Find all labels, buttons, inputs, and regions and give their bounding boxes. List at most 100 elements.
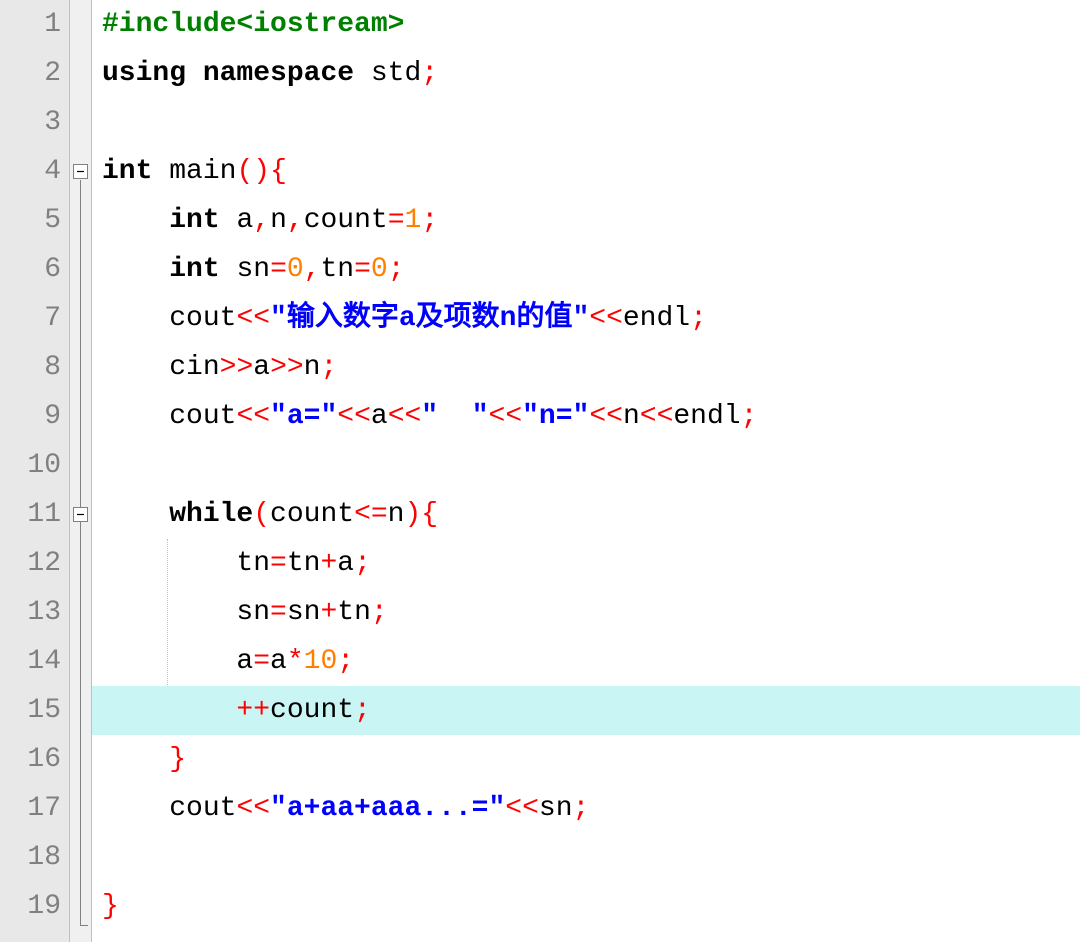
keyword: int [169, 254, 219, 285]
identifier: a [236, 205, 253, 236]
keyword: using [102, 58, 186, 89]
line-number: 7 [0, 294, 61, 343]
identifier: count [304, 205, 388, 236]
operator: = [270, 597, 287, 628]
code-line[interactable]: cin>>a>>n; [102, 343, 1080, 392]
line-number: 12 [0, 539, 61, 588]
fold-guide [80, 180, 81, 925]
string-literal: "a+aa+aaa...=" [270, 793, 505, 824]
semicolon: ; [388, 254, 405, 285]
identifier: n [304, 352, 321, 383]
brace: { [421, 499, 438, 530]
code-line[interactable]: using namespace std; [102, 49, 1080, 98]
operator: = [270, 254, 287, 285]
code-line[interactable]: tn=tn+a; [102, 539, 1080, 588]
identifier: tn [337, 597, 371, 628]
operator: << [589, 401, 623, 432]
string-literal: "a=" [270, 401, 337, 432]
line-number: 19 [0, 882, 61, 931]
code-line[interactable] [102, 441, 1080, 490]
code-line[interactable]: cout<<"输入数字a及项数n的值"<<endl; [102, 294, 1080, 343]
semicolon: ; [320, 352, 337, 383]
operator: <= [354, 499, 388, 530]
preprocessor-directive: #include<iostream> [102, 9, 404, 40]
keyword: namespace [203, 58, 354, 89]
code-line[interactable] [102, 98, 1080, 147]
number: 10 [304, 646, 338, 677]
line-number: 3 [0, 98, 61, 147]
identifier: sn [236, 254, 270, 285]
number: 0 [371, 254, 388, 285]
keyword: int [102, 156, 152, 187]
identifier: a [253, 352, 270, 383]
code-line[interactable]: int main(){ [102, 147, 1080, 196]
code-line[interactable]: cout<<"a="<<a<<" "<<"n="<<n<<endl; [102, 392, 1080, 441]
line-number: 2 [0, 49, 61, 98]
identifier: sn [539, 793, 573, 824]
string-literal: "n=" [522, 401, 589, 432]
semicolon: ; [690, 303, 707, 334]
number: 0 [287, 254, 304, 285]
operator: >> [220, 352, 254, 383]
code-line[interactable]: int sn=0,tn=0; [102, 245, 1080, 294]
brace: { [270, 156, 287, 187]
operator: << [589, 303, 623, 334]
operator: + [320, 548, 337, 579]
paren: ( [236, 156, 253, 187]
code-line[interactable]: #include<iostream> [102, 0, 1080, 49]
code-line[interactable] [102, 833, 1080, 882]
line-number: 14 [0, 637, 61, 686]
line-number: 9 [0, 392, 61, 441]
identifier: a [337, 548, 354, 579]
operator: << [337, 401, 371, 432]
comma: , [304, 254, 321, 285]
string-literal: " " [421, 401, 488, 432]
identifier: tn [236, 548, 270, 579]
code-line[interactable]: int a,n,count=1; [102, 196, 1080, 245]
brace: } [102, 891, 119, 922]
identifier: sn [287, 597, 321, 628]
identifier: std [371, 58, 421, 89]
keyword: while [169, 499, 253, 530]
identifier: sn [236, 597, 270, 628]
operator: << [236, 401, 270, 432]
paren: ) [404, 499, 421, 530]
string-literal: "输入数字a及项数n的值" [270, 303, 589, 334]
identifier: cout [169, 303, 236, 334]
code-area[interactable]: #include<iostream> using namespace std; … [92, 0, 1080, 942]
code-line[interactable]: } [102, 735, 1080, 784]
line-number: 18 [0, 833, 61, 882]
operator: ++ [236, 695, 270, 726]
fold-end [80, 925, 88, 926]
line-number: 5 [0, 196, 61, 245]
paren: ) [253, 156, 270, 187]
fold-toggle-icon[interactable] [73, 507, 88, 522]
identifier: tn [321, 254, 355, 285]
identifier: endl [673, 401, 740, 432]
code-line[interactable]: sn=sn+tn; [102, 588, 1080, 637]
line-number: 10 [0, 441, 61, 490]
line-number: 15 [0, 686, 61, 735]
line-number-gutter: 1 2 3 4 5 6 7 8 9 10 11 12 13 14 15 16 1… [0, 0, 70, 942]
identifier: endl [623, 303, 690, 334]
code-line[interactable]: a=a*10; [102, 637, 1080, 686]
code-line[interactable]: } [102, 882, 1080, 931]
fold-toggle-icon[interactable] [73, 164, 88, 179]
line-number: 4 [0, 147, 61, 196]
code-line[interactable]: cout<<"a+aa+aaa...="<<sn; [102, 784, 1080, 833]
line-number: 1 [0, 0, 61, 49]
operator: = [253, 646, 270, 677]
code-line-current[interactable]: ++count; [92, 686, 1080, 735]
comma: , [253, 205, 270, 236]
operator: = [388, 205, 405, 236]
code-line[interactable]: while(count<=n){ [102, 490, 1080, 539]
identifier: a [270, 646, 287, 677]
line-number: 16 [0, 735, 61, 784]
operator: >> [270, 352, 304, 383]
identifier: n [623, 401, 640, 432]
line-number: 13 [0, 588, 61, 637]
identifier: n [270, 205, 287, 236]
identifier: cout [169, 401, 236, 432]
identifier: count [270, 695, 354, 726]
number: 1 [405, 205, 422, 236]
